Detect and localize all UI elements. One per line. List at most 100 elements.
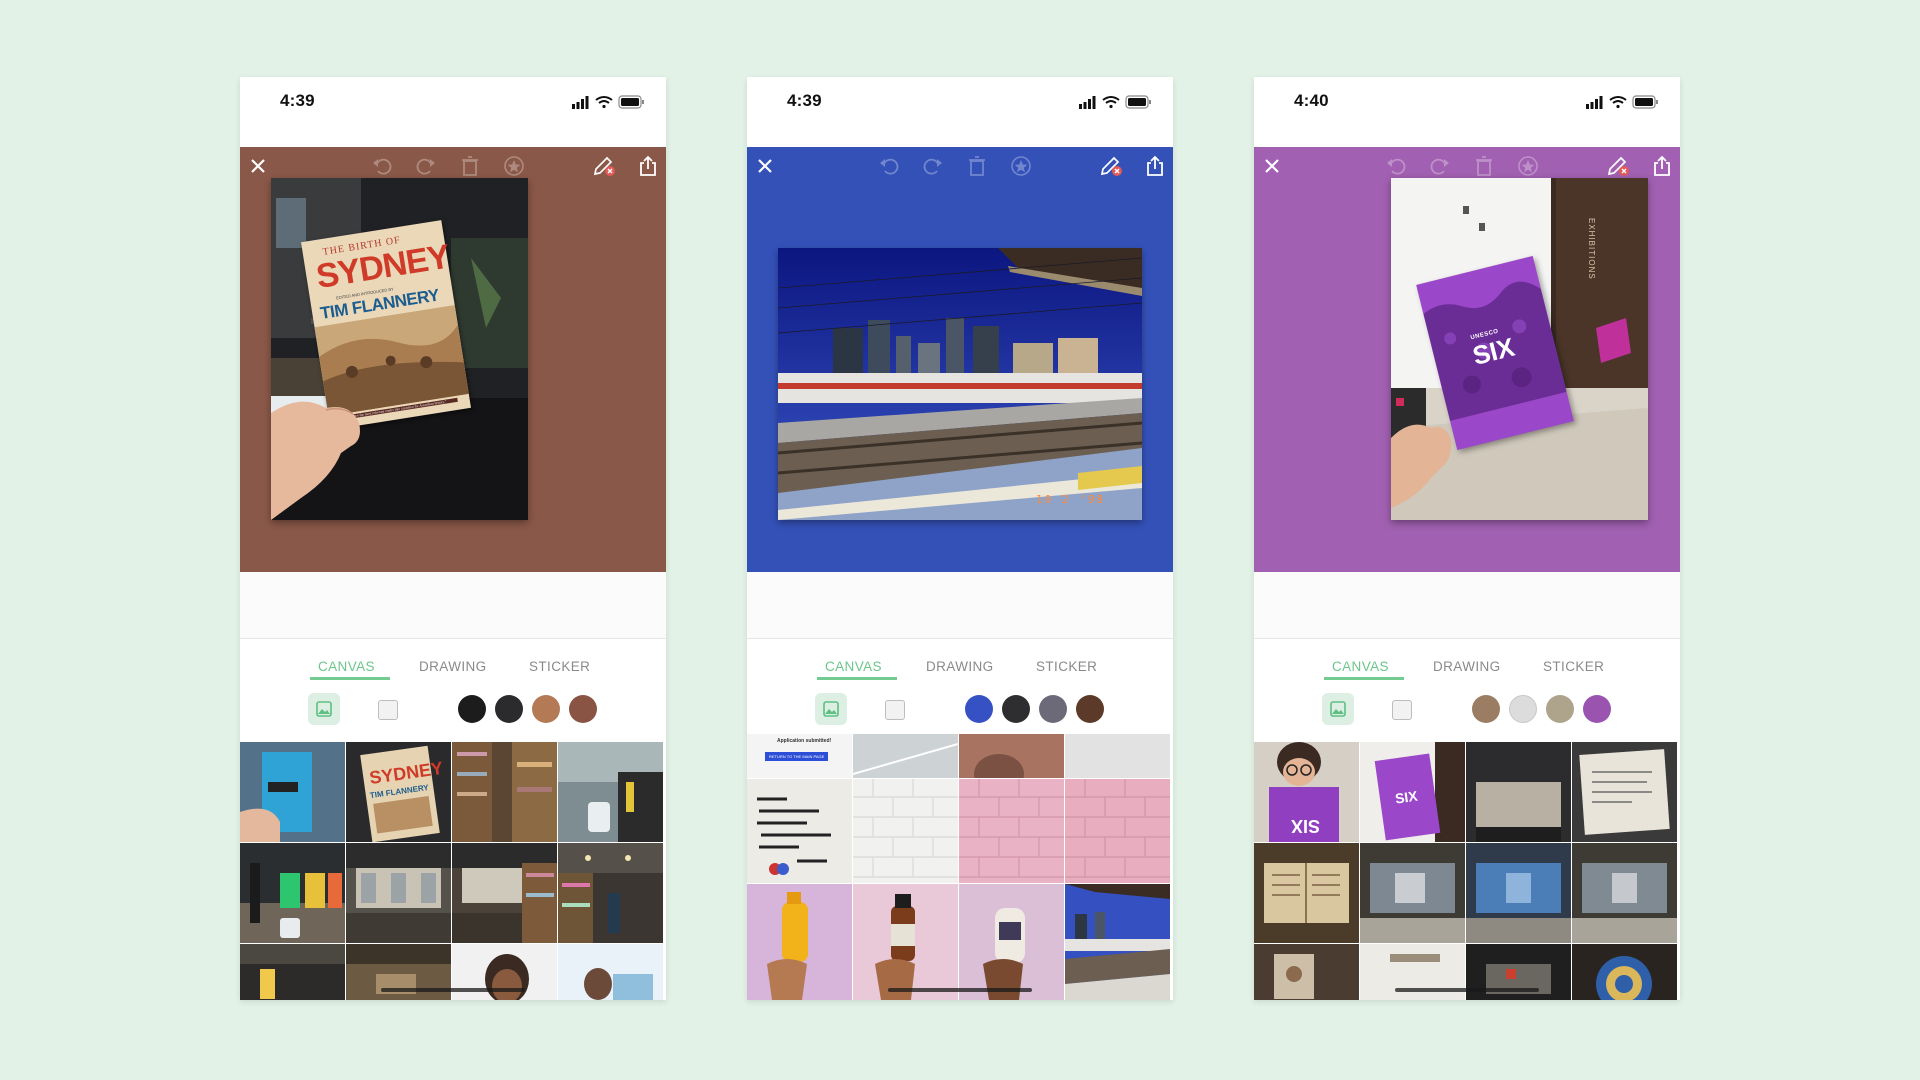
photo-thumbnail[interactable] <box>747 779 852 883</box>
photo-thumbnail[interactable] <box>1572 843 1677 943</box>
solid-background-button[interactable] <box>378 700 398 720</box>
photo-thumbnail[interactable] <box>959 779 1064 883</box>
home-indicator <box>888 988 1032 992</box>
trash-icon[interactable] <box>965 155 989 177</box>
photo-thumbnail[interactable] <box>853 779 958 883</box>
photo-grid: SIX SIX <box>1254 742 1680 1000</box>
undo-icon[interactable] <box>877 155 901 177</box>
wifi-icon <box>595 96 613 109</box>
photo-thumbnail[interactable] <box>959 734 1064 778</box>
redo-icon[interactable] <box>1428 155 1452 177</box>
color-swatch-selected[interactable] <box>965 695 993 723</box>
tab-sticker[interactable]: STICKER <box>529 659 590 674</box>
photo-thumbnail[interactable] <box>1065 884 1170 1000</box>
cellular-signal-icon <box>1079 96 1096 109</box>
tab-drawing[interactable]: DRAWING <box>926 659 994 674</box>
cellular-signal-icon <box>1586 96 1603 109</box>
tab-bar: CANVAS DRAWING STICKER <box>1254 639 1680 685</box>
tab-sticker[interactable]: STICKER <box>1543 659 1604 674</box>
star-icon[interactable] <box>502 155 526 177</box>
color-swatch[interactable] <box>1076 695 1104 723</box>
tab-drawing[interactable]: DRAWING <box>419 659 487 674</box>
photo-thumbnail[interactable] <box>1065 734 1170 778</box>
canvas-photo[interactable]: EXHIBITIONS UNESCO SIX <box>1391 178 1648 520</box>
photo-thumbnail[interactable] <box>1254 843 1359 943</box>
photo-thumbnail[interactable] <box>1065 779 1170 883</box>
home-indicator <box>381 988 525 992</box>
tab-drawing[interactable]: DRAWING <box>1433 659 1501 674</box>
color-swatch[interactable] <box>1039 695 1067 723</box>
star-icon[interactable] <box>1009 155 1033 177</box>
photo-background-button[interactable] <box>1322 693 1354 725</box>
photo-thumbnail[interactable] <box>1254 944 1359 1000</box>
photo-thumbnail[interactable] <box>1466 742 1571 842</box>
photo-thumbnail[interactable] <box>1572 742 1677 842</box>
canvas-area[interactable]: THE BIRTH OF SYDNEY EDITED AND INTRODUCE… <box>240 147 666 572</box>
close-icon[interactable] <box>1260 155 1284 177</box>
pencil-eraser-icon[interactable] <box>592 155 616 177</box>
undo-icon[interactable] <box>370 155 394 177</box>
color-swatch-selected[interactable] <box>1583 695 1611 723</box>
undo-icon[interactable] <box>1384 155 1408 177</box>
photo-thumbnail[interactable] <box>558 742 663 842</box>
canvas-photo[interactable]: 10 2 '98 <box>778 248 1142 520</box>
photo-thumbnail[interactable] <box>1360 843 1465 943</box>
photo-background-button[interactable] <box>815 693 847 725</box>
photo-thumbnail[interactable]: SIX <box>1360 742 1465 842</box>
share-icon[interactable] <box>1143 155 1167 177</box>
close-icon[interactable] <box>753 155 777 177</box>
solid-background-button[interactable] <box>885 700 905 720</box>
share-icon[interactable] <box>636 155 660 177</box>
color-swatch-selected[interactable] <box>569 695 597 723</box>
photo-thumbnail[interactable] <box>959 884 1064 1000</box>
cellular-signal-icon <box>572 96 589 109</box>
photo-thumbnail[interactable] <box>240 742 345 842</box>
tab-active-underline <box>1324 677 1404 680</box>
status-bar: 4:40 <box>1254 77 1680 147</box>
color-swatch[interactable] <box>1546 695 1574 723</box>
pencil-eraser-icon[interactable] <box>1099 155 1123 177</box>
photo-thumbnail[interactable] <box>558 944 663 1000</box>
color-swatch[interactable] <box>495 695 523 723</box>
share-icon[interactable] <box>1650 155 1674 177</box>
trash-icon[interactable] <box>1472 155 1496 177</box>
photo-thumbnail[interactable] <box>558 843 663 943</box>
redo-icon[interactable] <box>921 155 945 177</box>
photo-thumbnail[interactable]: SYDNEY TIM FLANNERY <box>346 742 451 842</box>
photo-thumbnail[interactable]: SIX <box>1254 742 1359 842</box>
station-photo <box>778 248 1142 520</box>
status-icons <box>1586 95 1658 109</box>
photo-thumbnail[interactable] <box>747 884 852 1000</box>
pencil-eraser-icon[interactable] <box>1606 155 1630 177</box>
photo-thumbnail[interactable] <box>240 944 345 1000</box>
tab-canvas[interactable]: CANVAS <box>1332 659 1389 674</box>
star-icon[interactable] <box>1516 155 1540 177</box>
photo-thumbnail[interactable] <box>1466 843 1571 943</box>
tab-canvas[interactable]: CANVAS <box>825 659 882 674</box>
photo-thumbnail[interactable] <box>853 734 958 778</box>
close-icon[interactable] <box>246 155 270 177</box>
photo-thumbnail[interactable] <box>452 742 557 842</box>
photo-thumbnail[interactable] <box>452 843 557 943</box>
photo-thumbnail[interactable] <box>1572 944 1677 1000</box>
color-swatch[interactable] <box>458 695 486 723</box>
color-swatch[interactable] <box>1509 695 1537 723</box>
canvas-area[interactable]: EXHIBITIONS UNESCO SIX <box>1254 147 1680 572</box>
color-swatch[interactable] <box>532 695 560 723</box>
solid-background-button[interactable] <box>1392 700 1412 720</box>
redo-icon[interactable] <box>414 155 438 177</box>
photo-thumbnail[interactable] <box>240 843 345 943</box>
trash-icon[interactable] <box>458 155 482 177</box>
tab-canvas[interactable]: CANVAS <box>318 659 375 674</box>
photo-background-button[interactable] <box>308 693 340 725</box>
tab-sticker[interactable]: STICKER <box>1036 659 1097 674</box>
photo-thumbnail[interactable]: Application submitted! RETURN TO THE MAI… <box>747 734 852 778</box>
photo-thumbnail[interactable] <box>853 884 958 1000</box>
battery-icon <box>1125 95 1151 109</box>
canvas-photo[interactable]: THE BIRTH OF SYDNEY EDITED AND INTRODUCE… <box>271 178 528 520</box>
color-swatch[interactable] <box>1002 695 1030 723</box>
canvas-area[interactable]: 10 2 '98 <box>747 147 1173 572</box>
photo-thumbnail[interactable] <box>346 843 451 943</box>
color-swatch[interactable] <box>1472 695 1500 723</box>
battery-icon <box>1632 95 1658 109</box>
